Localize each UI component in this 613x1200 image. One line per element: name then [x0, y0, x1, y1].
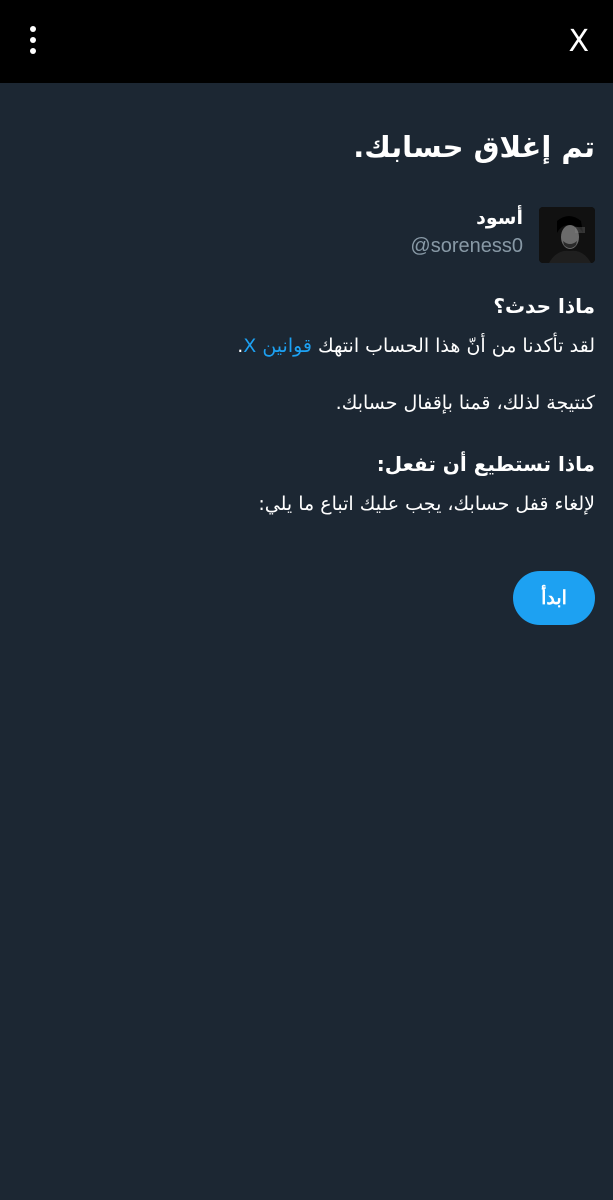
close-button[interactable]: X	[568, 22, 589, 62]
account-profile: أسود @soreness0	[410, 207, 595, 263]
username-handle: @soreness0	[410, 235, 523, 257]
violation-text: لقد تأكدنا من أنّ هذا الحساب انتهك قواني…	[237, 331, 595, 361]
what-happened-heading: ماذا حدث؟	[493, 294, 595, 318]
menu-dot	[30, 26, 36, 32]
more-options-icon[interactable]	[22, 26, 44, 58]
display-name: أسود	[476, 207, 523, 229]
x-rules-link[interactable]: قوانين X	[243, 335, 312, 357]
what-to-do-heading: ماذا تستطيع أن تفعل:	[376, 452, 595, 476]
menu-dot	[30, 37, 36, 43]
avatar	[539, 207, 595, 263]
lock-result-text: كنتيجة لذلك، قمنا بإقفال حسابك.	[335, 392, 595, 414]
menu-dot	[30, 48, 36, 54]
top-bar: X	[0, 0, 613, 83]
violation-text-lead: لقد تأكدنا من أنّ هذا الحساب انتهك	[312, 335, 595, 357]
unlock-instructions-text: لإلغاء قفل حسابك، يجب عليك اتباع ما يلي:	[258, 493, 595, 515]
page-title: تم إغلاق حسابك.	[353, 130, 595, 164]
profile-names: أسود @soreness0	[410, 207, 523, 259]
start-button[interactable]: ابدأ	[513, 571, 595, 625]
avatar-image	[539, 207, 595, 263]
